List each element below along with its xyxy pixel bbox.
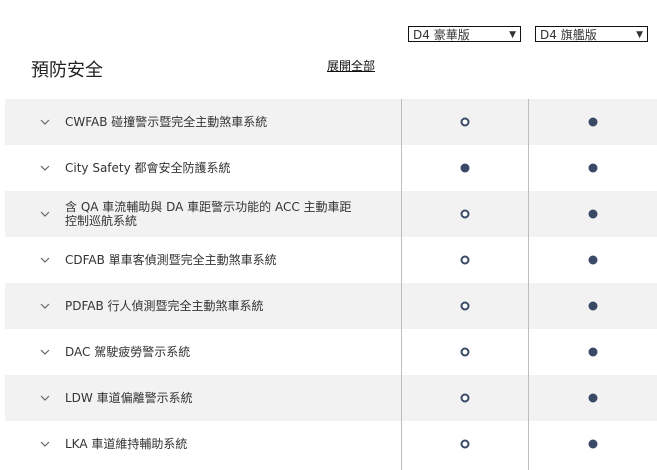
feature-label: CWFAB 碰撞警示暨完全主動煞車系統 (65, 115, 268, 129)
optional-circle-icon (460, 439, 469, 449)
feature-table: CWFAB 碰撞警示暨完全主動煞車系統 City Safety 都會安全防護系統含… (5, 99, 657, 467)
standard-dot-icon (588, 439, 597, 449)
chevron-down-icon[interactable] (39, 254, 51, 266)
table-row[interactable]: PDFAB 行人偵測暨完全主動煞車系統 (5, 283, 657, 329)
optional-circle-icon (460, 255, 469, 265)
feature-cell (528, 421, 657, 467)
feature-cell (401, 237, 528, 283)
table-row[interactable]: LDW 車道偏離警示系統 (5, 375, 657, 421)
table-row[interactable]: DAC 駕駛疲勞警示系統 (5, 329, 657, 375)
feature-cell (528, 283, 657, 329)
chevron-down-icon[interactable] (39, 208, 51, 220)
chevron-down-icon[interactable] (39, 300, 51, 312)
table-row[interactable]: 含 QA 車流輔助與 DA 車距警示功能的 ACC 主動車距控制巡航系統 (5, 191, 657, 237)
feature-cell (528, 375, 657, 421)
table-row[interactable]: City Safety 都會安全防護系統 (5, 145, 657, 191)
dropdown-arrow-icon: ▼ (636, 30, 643, 40)
trim-select-d4-deluxe[interactable]: D4 豪華版 ▼ (408, 26, 521, 42)
feature-cell (401, 375, 528, 421)
standard-dot-icon (588, 393, 597, 403)
optional-circle-icon (460, 393, 469, 403)
feature-label: LKA 車道維持輔助系統 (65, 437, 188, 451)
trim-select-d4-flagship[interactable]: D4 旗艦版 ▼ (535, 26, 648, 42)
feature-label: DAC 駕駛疲勞警示系統 (65, 345, 191, 359)
page-title: 預防安全 (31, 60, 103, 81)
chevron-down-icon[interactable] (39, 116, 51, 128)
table-row[interactable]: CWFAB 碰撞警示暨完全主動煞車系統 (5, 99, 657, 145)
dropdown-arrow-icon: ▼ (509, 30, 516, 40)
feature-label: 含 QA 車流輔助與 DA 車距警示功能的 ACC 主動車距控制巡航系統 (65, 200, 352, 228)
feature-cell (401, 283, 528, 329)
feature-cell (401, 421, 528, 467)
optional-circle-icon (460, 209, 469, 219)
optional-circle-icon (460, 117, 469, 127)
standard-dot-icon (588, 209, 597, 219)
feature-cell (528, 191, 657, 237)
standard-dot-icon (588, 163, 597, 173)
standard-dot-icon (588, 255, 597, 265)
standard-dot-icon (588, 117, 597, 127)
column-divider (401, 99, 402, 470)
trim-select-label: D4 旗艦版 (540, 28, 597, 42)
feature-cell (401, 191, 528, 237)
optional-circle-icon (460, 347, 469, 357)
feature-cell (401, 329, 528, 375)
column-divider (528, 99, 529, 470)
trim-select-label: D4 豪華版 (413, 28, 470, 42)
feature-label: LDW 車道偏離警示系統 (65, 391, 193, 405)
feature-cell (528, 237, 657, 283)
chevron-down-icon[interactable] (39, 346, 51, 358)
standard-dot-icon (588, 347, 597, 357)
feature-cell (528, 99, 657, 145)
standard-dot-icon (588, 301, 597, 311)
chevron-down-icon[interactable] (39, 162, 51, 174)
feature-label: PDFAB 行人偵測暨完全主動煞車系統 (65, 299, 264, 313)
feature-cell (401, 99, 528, 145)
feature-label: City Safety 都會安全防護系統 (65, 161, 231, 175)
expand-all-link[interactable]: 展開全部 (327, 57, 375, 74)
chevron-down-icon[interactable] (39, 392, 51, 404)
table-row[interactable]: CDFAB 單車客偵測暨完全主動煞車系統 (5, 237, 657, 283)
feature-cell (528, 145, 657, 191)
chevron-down-icon[interactable] (39, 438, 51, 450)
feature-label: CDFAB 單車客偵測暨完全主動煞車系統 (65, 253, 277, 267)
standard-dot-icon (460, 163, 469, 173)
optional-circle-icon (460, 301, 469, 311)
table-row[interactable]: LKA 車道維持輔助系統 (5, 421, 657, 467)
feature-cell (401, 145, 528, 191)
feature-cell (528, 329, 657, 375)
